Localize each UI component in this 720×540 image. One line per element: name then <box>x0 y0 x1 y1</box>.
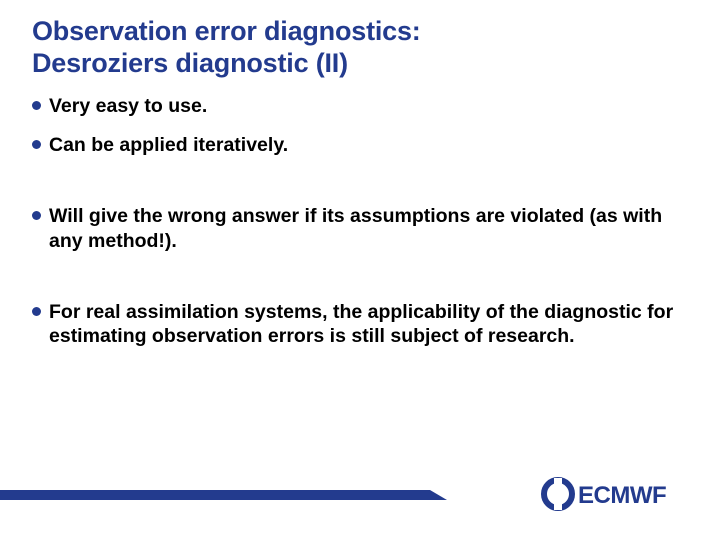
bullet-text: Very easy to use. <box>49 94 680 119</box>
list-item: Will give the wrong answer if its assump… <box>32 204 680 254</box>
list-item: Very easy to use. <box>32 94 680 119</box>
bullet-icon <box>32 101 41 110</box>
bullet-text: For real assimilation systems, the appli… <box>49 300 680 350</box>
bullet-icon <box>32 211 41 220</box>
bullet-text: Will give the wrong answer if its assump… <box>49 204 680 254</box>
bullet-icon <box>32 307 41 316</box>
footer-bar: NWP SAF training course 2019: Observatio… <box>0 490 430 500</box>
ecmwf-logo: ECMWF <box>532 476 692 512</box>
slide-footer: NWP SAF training course 2019: Observatio… <box>0 476 720 514</box>
list-item: Can be applied iteratively. <box>32 133 680 158</box>
bullet-icon <box>32 140 41 149</box>
logo-text: ECMWF <box>578 482 666 509</box>
slide-title: Observation error diagnostics: Desrozier… <box>0 0 720 94</box>
bullet-list: Very easy to use. Can be applied iterati… <box>0 94 720 350</box>
list-item: For real assimilation systems, the appli… <box>32 300 680 350</box>
logo-icon: ECMWF <box>532 476 692 512</box>
title-line-2: Desroziers diagnostic (II) <box>32 48 348 78</box>
bullet-text: Can be applied iteratively. <box>49 133 680 158</box>
title-line-1: Observation error diagnostics: <box>32 16 421 46</box>
footer-text: NWP SAF training course 2019: Observatio… <box>36 503 275 513</box>
